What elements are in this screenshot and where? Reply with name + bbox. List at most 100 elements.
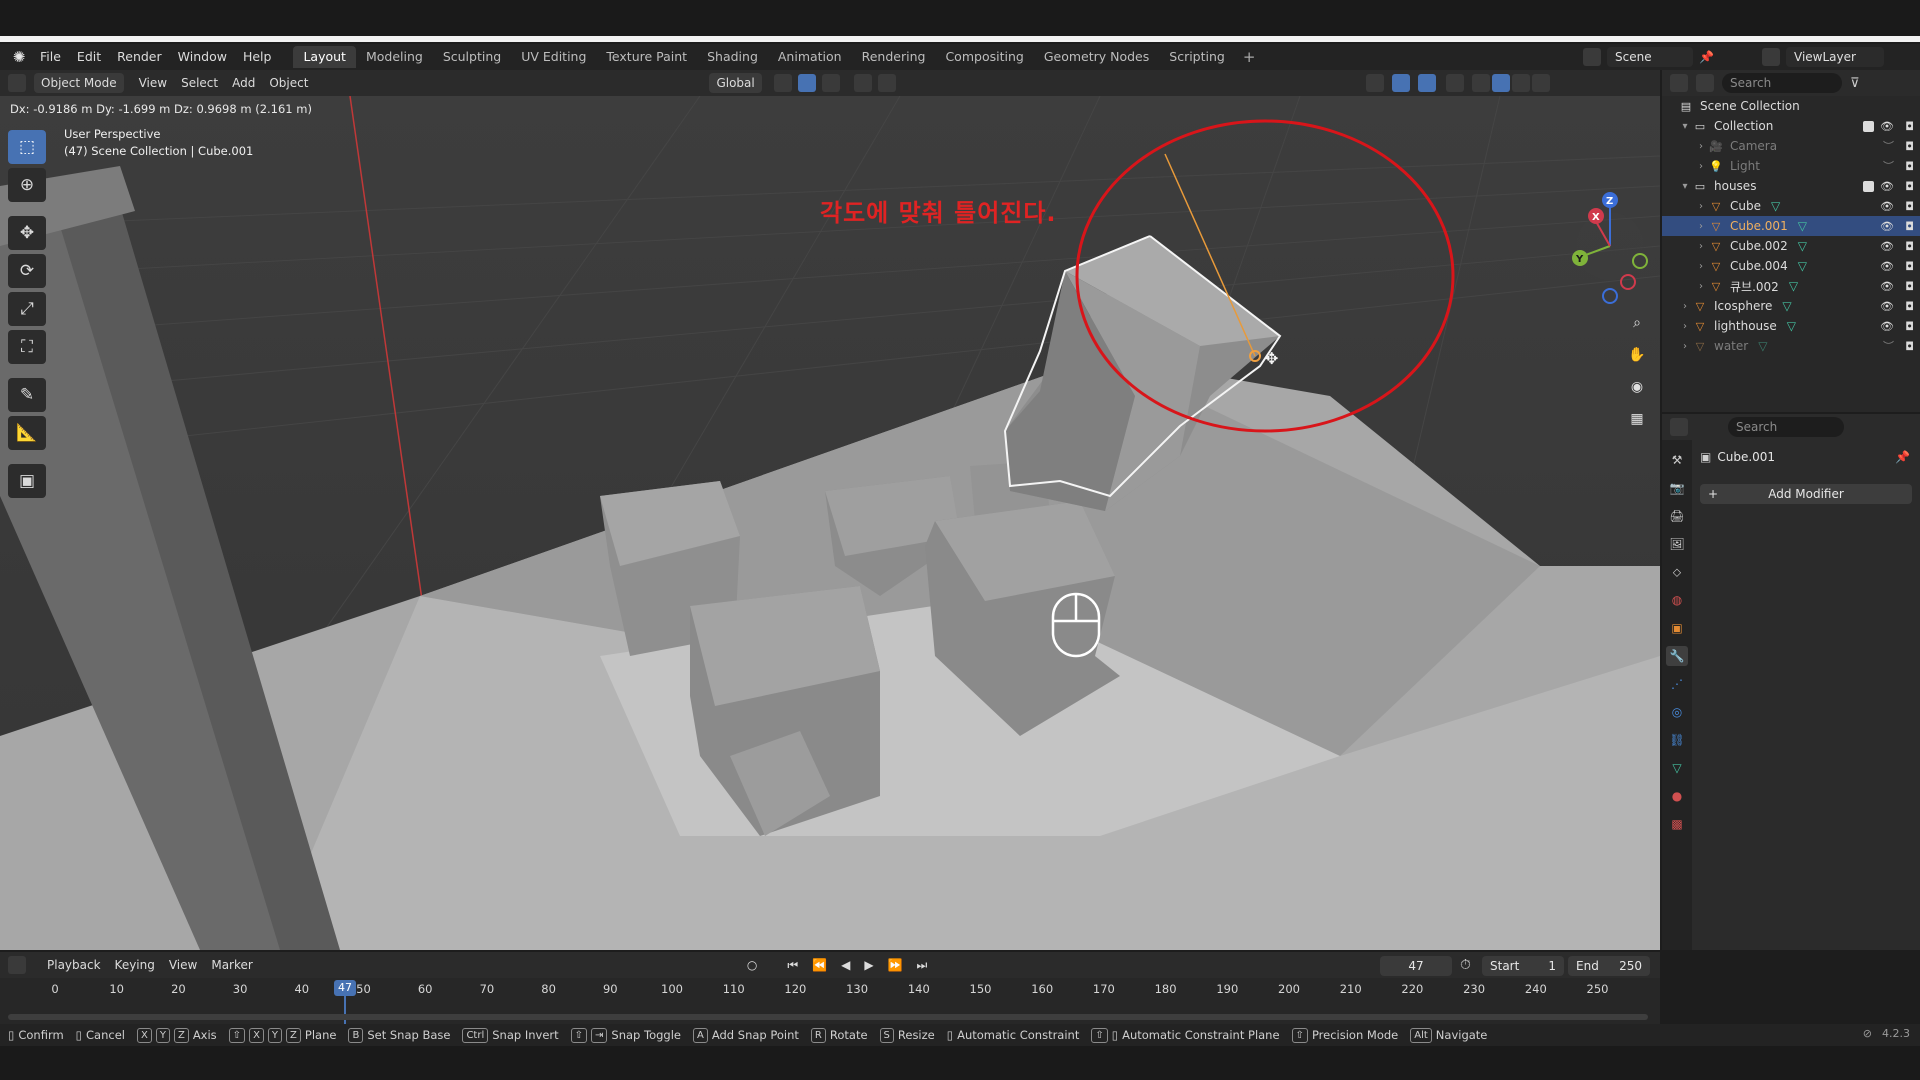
transform-icon[interactable]: ⛶ bbox=[8, 330, 46, 364]
play-reverse-icon[interactable]: ◀ bbox=[834, 955, 857, 975]
render-camera-icon[interactable]: ◘ bbox=[1905, 320, 1914, 333]
menu-marker[interactable]: Marker bbox=[204, 955, 259, 975]
menu-window[interactable]: Window bbox=[170, 46, 235, 68]
annotate-icon[interactable]: ✎ bbox=[8, 378, 46, 412]
menu-playback[interactable]: Playback bbox=[40, 955, 108, 975]
tab-scripting[interactable]: Scripting bbox=[1159, 46, 1235, 68]
tab-sculpting[interactable]: Sculpting bbox=[433, 46, 511, 68]
output-properties-icon[interactable]: 🖨 bbox=[1666, 506, 1688, 526]
mode-dropdown[interactable]: Object Mode bbox=[34, 73, 124, 93]
render-camera-icon[interactable]: ◘ bbox=[1905, 300, 1914, 313]
menu-view[interactable]: View bbox=[132, 73, 174, 93]
next-keyframe-icon[interactable]: ⏩ bbox=[881, 955, 910, 975]
render-camera-icon[interactable]: ◘ bbox=[1905, 240, 1914, 253]
expand-icon[interactable]: › bbox=[1694, 141, 1708, 152]
mesh-data-icon[interactable]: ▽ bbox=[1787, 319, 1796, 333]
outliner-search-input[interactable]: Search bbox=[1722, 73, 1842, 93]
eye-icon[interactable]: 👁 bbox=[1880, 300, 1894, 313]
object-name-field[interactable]: ▣ Cube.001 bbox=[1700, 450, 1775, 464]
shading-material-icon[interactable] bbox=[1511, 74, 1530, 92]
menu-timeline-view[interactable]: View bbox=[162, 955, 204, 975]
scene-icon[interactable] bbox=[1583, 48, 1601, 66]
eye-icon[interactable]: 👁 bbox=[1880, 260, 1894, 273]
orientation-dropdown[interactable]: Global bbox=[709, 73, 762, 93]
scene-properties-icon[interactable]: ⬦ bbox=[1666, 562, 1688, 582]
rotate-icon[interactable]: ⟳ bbox=[8, 254, 46, 288]
material-properties-icon[interactable]: ● bbox=[1666, 786, 1688, 806]
jump-start-icon[interactable]: ⏮ bbox=[780, 955, 805, 975]
eye-icon[interactable]: 👁 bbox=[1880, 120, 1894, 133]
menu-file[interactable]: File bbox=[32, 46, 69, 68]
outliner-row-lighthouse[interactable]: › ▽ lighthouse ▽ 👁 ◘ bbox=[1662, 316, 1920, 336]
jump-end-icon[interactable]: ⏭ bbox=[910, 955, 935, 975]
eye-closed-icon[interactable]: ︶ bbox=[1883, 338, 1894, 354]
scene-name-field[interactable]: Scene bbox=[1607, 47, 1693, 67]
outliner-row-light[interactable]: › 💡 Light ︶ ◘ bbox=[1662, 156, 1920, 176]
add-cube-icon[interactable]: ▣ bbox=[8, 464, 46, 498]
render-camera-icon[interactable]: ◘ bbox=[1905, 160, 1914, 173]
cursor-icon[interactable]: ⊕ bbox=[8, 168, 46, 202]
outliner-row-cube-004[interactable]: › ▽ Cube.004 ▽ 👁 ◘ bbox=[1662, 256, 1920, 276]
mesh-data-icon[interactable]: ▽ bbox=[1782, 299, 1791, 313]
texture-properties-icon[interactable]: ▩ bbox=[1666, 814, 1688, 834]
expand-icon[interactable]: › bbox=[1694, 221, 1708, 232]
add-modifier-button[interactable]: + Add Modifier bbox=[1700, 484, 1912, 504]
outliner-row-houses[interactable]: ▾ ▭ houses 👁 ◘ bbox=[1662, 176, 1920, 196]
move-icon[interactable]: ✥ bbox=[8, 216, 46, 250]
mesh-data-icon[interactable]: ▽ bbox=[1789, 279, 1798, 293]
particle-properties-icon[interactable]: ⋰ bbox=[1666, 674, 1688, 694]
blender-logo-icon[interactable]: ✺ bbox=[6, 44, 32, 70]
tab-uv-editing[interactable]: UV Editing bbox=[511, 46, 596, 68]
gizmo-toggle-icon[interactable] bbox=[1391, 74, 1410, 92]
ortho-grid-icon[interactable]: ▦ bbox=[1624, 406, 1650, 432]
tab-compositing[interactable]: Compositing bbox=[935, 46, 1033, 68]
menu-edit[interactable]: Edit bbox=[69, 46, 109, 68]
eye-closed-icon[interactable]: ︶ bbox=[1883, 138, 1894, 154]
current-frame-field[interactable]: 47 bbox=[1380, 956, 1452, 976]
timeline-editor-icon[interactable] bbox=[8, 956, 26, 974]
record-icon[interactable]: ○ bbox=[740, 955, 764, 975]
mesh-data-icon[interactable]: ▽ bbox=[1771, 199, 1780, 213]
mesh-data-icon[interactable]: ▽ bbox=[1798, 219, 1807, 233]
eye-icon[interactable]: 👁 bbox=[1880, 240, 1894, 253]
data-properties-icon[interactable]: ▽ bbox=[1666, 758, 1688, 778]
render-camera-icon[interactable]: ◘ bbox=[1905, 120, 1914, 133]
view-layer-icon[interactable] bbox=[1762, 48, 1780, 66]
expand-icon[interactable]: › bbox=[1678, 321, 1692, 332]
filter-icon[interactable]: ⊽ bbox=[1850, 76, 1860, 91]
falloff-icon[interactable] bbox=[877, 74, 896, 92]
tab-layout[interactable]: Layout bbox=[293, 46, 356, 68]
collapse-icon[interactable]: ▾ bbox=[1678, 181, 1692, 192]
timeline-scrollbar[interactable] bbox=[8, 1014, 1648, 1020]
view-layer-properties-icon[interactable]: 🖼 bbox=[1666, 534, 1688, 554]
object-properties-icon[interactable]: ▣ bbox=[1666, 618, 1688, 638]
tab-texture-paint[interactable]: Texture Paint bbox=[596, 46, 697, 68]
menu-keying[interactable]: Keying bbox=[108, 955, 162, 975]
world-properties-icon[interactable]: ◍ bbox=[1666, 590, 1688, 610]
scale-icon[interactable]: ⤢ bbox=[8, 292, 46, 326]
render-properties-icon[interactable]: 📷 bbox=[1666, 478, 1688, 498]
eye-icon[interactable]: 👁 bbox=[1880, 320, 1894, 333]
pan-hand-icon[interactable]: ✋ bbox=[1624, 342, 1650, 368]
mesh-data-icon[interactable]: ▽ bbox=[1758, 339, 1767, 353]
collapse-icon[interactable]: ▾ bbox=[1678, 121, 1692, 132]
snap-target-icon[interactable] bbox=[821, 74, 840, 92]
properties-search-input[interactable]: Search bbox=[1728, 417, 1844, 437]
playhead-frame[interactable]: 47 bbox=[333, 980, 356, 996]
pin-icon[interactable]: 📌 bbox=[1699, 50, 1714, 64]
menu-object[interactable]: Object bbox=[262, 73, 315, 93]
render-camera-icon[interactable]: ◘ bbox=[1905, 200, 1914, 213]
render-camera-icon[interactable]: ◘ bbox=[1905, 260, 1914, 273]
zoom-icon[interactable]: ⌕ bbox=[1624, 310, 1650, 336]
properties-editor-icon[interactable] bbox=[1670, 418, 1688, 436]
tool-settings-icon[interactable]: ⚒ bbox=[1666, 450, 1688, 470]
playhead-line[interactable] bbox=[343, 996, 346, 1026]
constraint-properties-icon[interactable]: ⛓ bbox=[1666, 730, 1688, 750]
camera-view-icon[interactable]: ◉ bbox=[1624, 374, 1650, 400]
menu-select[interactable]: Select bbox=[174, 73, 225, 93]
tab-geometry-nodes[interactable]: Geometry Nodes bbox=[1034, 46, 1159, 68]
prev-keyframe-icon[interactable]: ⏪ bbox=[805, 955, 834, 975]
outliner-row-cube-001[interactable]: › ▽ Cube.001 ▽ 👁 ◘ bbox=[1662, 216, 1920, 236]
mesh-data-icon[interactable]: ▽ bbox=[1798, 259, 1807, 273]
outliner-scene-collection[interactable]: ▤ Scene Collection bbox=[1662, 96, 1920, 116]
